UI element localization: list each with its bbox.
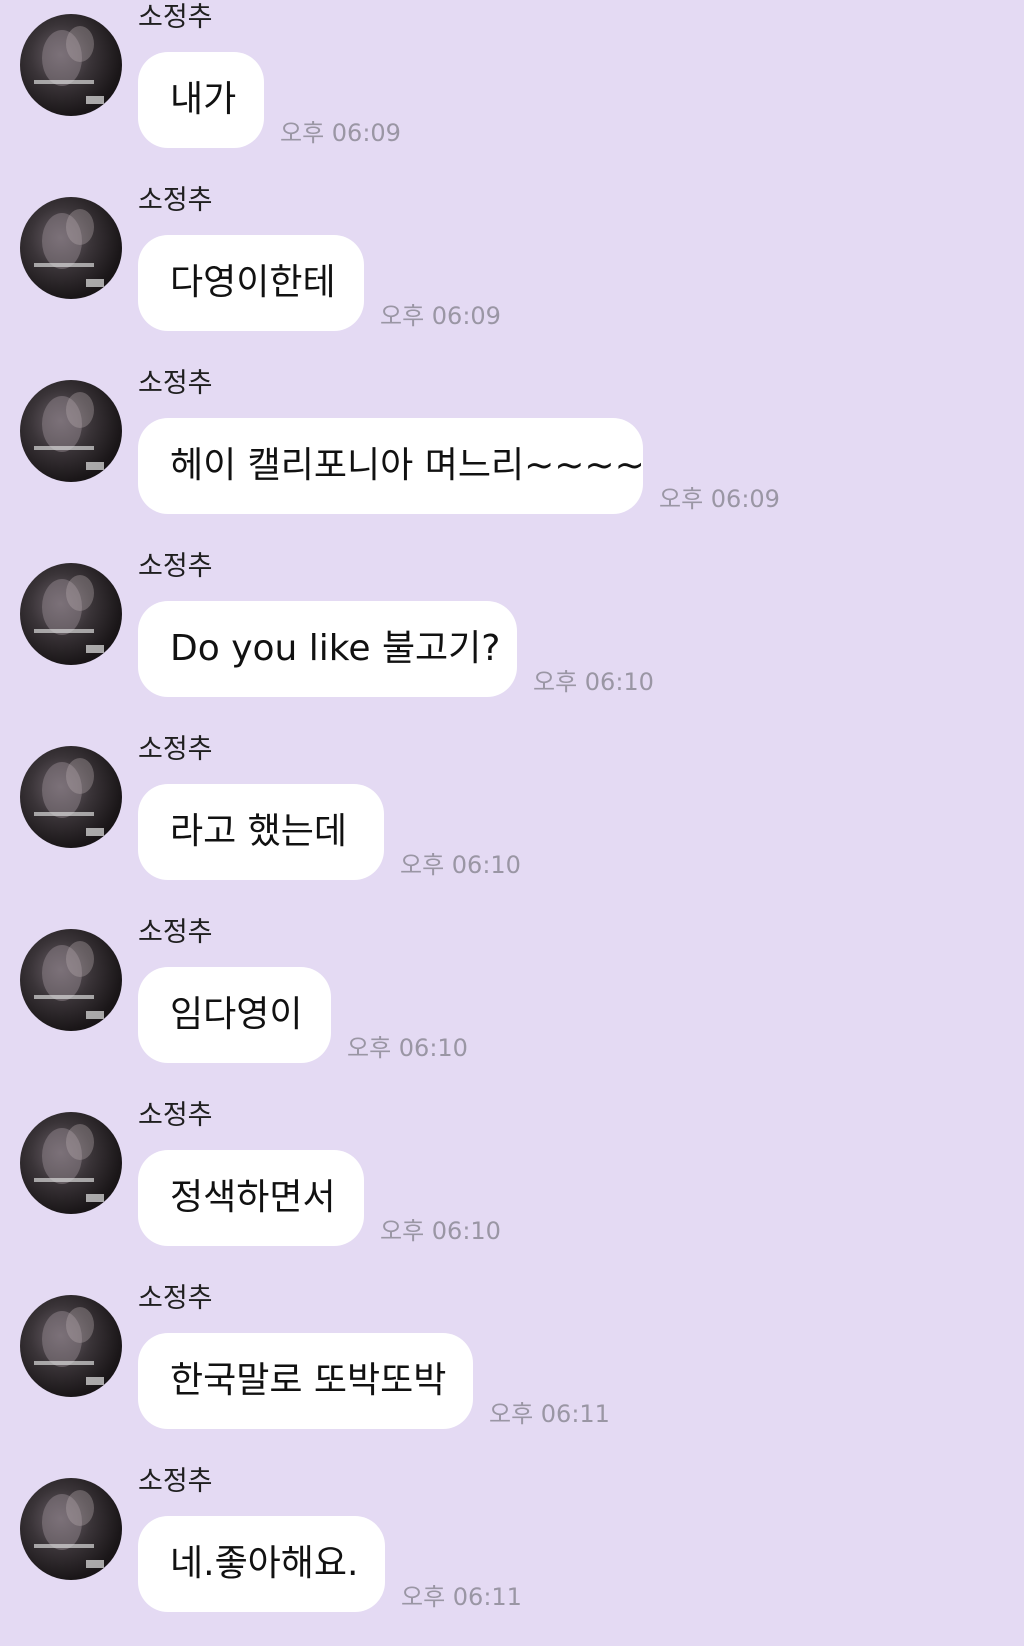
message-timestamp: 오후 06:10: [380, 1217, 501, 1245]
avatar[interactable]: [20, 746, 122, 848]
sender-name: 소정추: [138, 551, 213, 582]
message-bubble[interactable]: 네.좋아해요.: [138, 1516, 385, 1612]
sender-name: 소정추: [138, 1100, 213, 1131]
sender-name: 소정추: [138, 734, 213, 765]
sender-name: 소정추: [138, 2, 213, 33]
message-row: 소정추 한국말로 또박또박 오후 06:11: [0, 1281, 1024, 1441]
sender-name: 소정추: [138, 185, 213, 216]
message-row: 소정추 라고 했는데 오후 06:10: [0, 732, 1024, 892]
chat-message-list[interactable]: 소정추 내가 오후 06:09 소정추 다영이한테 오후 06:09 소정추 헤…: [0, 0, 1024, 1646]
message-row: 소정추 네.좋아해요. 오후 06:11: [0, 1464, 1024, 1624]
sender-name: 소정추: [138, 1466, 213, 1497]
message-timestamp: 오후 06:09: [380, 302, 501, 330]
avatar[interactable]: [20, 1478, 122, 1580]
message-timestamp: 오후 06:11: [401, 1583, 522, 1611]
message-bubble[interactable]: Do you like 불고기?: [138, 601, 517, 697]
sender-name: 소정추: [138, 1283, 213, 1314]
message-timestamp: 오후 06:09: [280, 119, 401, 147]
avatar[interactable]: [20, 380, 122, 482]
avatar[interactable]: [20, 1112, 122, 1214]
avatar[interactable]: [20, 14, 122, 116]
message-row: 소정추 내가 오후 06:09: [0, 0, 1024, 160]
message-timestamp: 오후 06:10: [347, 1034, 468, 1062]
message-timestamp: 오후 06:09: [659, 485, 780, 513]
message-bubble[interactable]: 한국말로 또박또박: [138, 1333, 473, 1429]
message-bubble[interactable]: 정색하면서: [138, 1150, 364, 1246]
sender-name: 소정추: [138, 368, 213, 399]
message-bubble[interactable]: 헤이 캘리포니아 며느리~~~~: [138, 418, 645, 514]
avatar[interactable]: [20, 563, 122, 665]
message-bubble[interactable]: 라고 했는데: [138, 784, 384, 880]
sender-name: 소정추: [138, 917, 213, 948]
message-bubble[interactable]: 내가: [138, 52, 264, 148]
message-row: 소정추 다영이한테 오후 06:09: [0, 183, 1024, 343]
message-bubble[interactable]: 임다영이: [138, 967, 331, 1063]
message-row: 소정추 임다영이 오후 06:10: [0, 915, 1024, 1075]
message-timestamp: 오후 06:10: [400, 851, 521, 879]
message-timestamp: 오후 06:11: [489, 1400, 610, 1428]
avatar[interactable]: [20, 197, 122, 299]
message-row: 소정추 Do you like 불고기? 오후 06:10: [0, 549, 1024, 709]
message-row: 소정추 헤이 캘리포니아 며느리~~~~ 오후 06:09: [0, 366, 1024, 526]
avatar[interactable]: [20, 1295, 122, 1397]
message-row: 소정추 정색하면서 오후 06:10: [0, 1098, 1024, 1258]
avatar[interactable]: [20, 929, 122, 1031]
message-bubble[interactable]: 다영이한테: [138, 235, 364, 331]
message-timestamp: 오후 06:10: [533, 668, 654, 696]
